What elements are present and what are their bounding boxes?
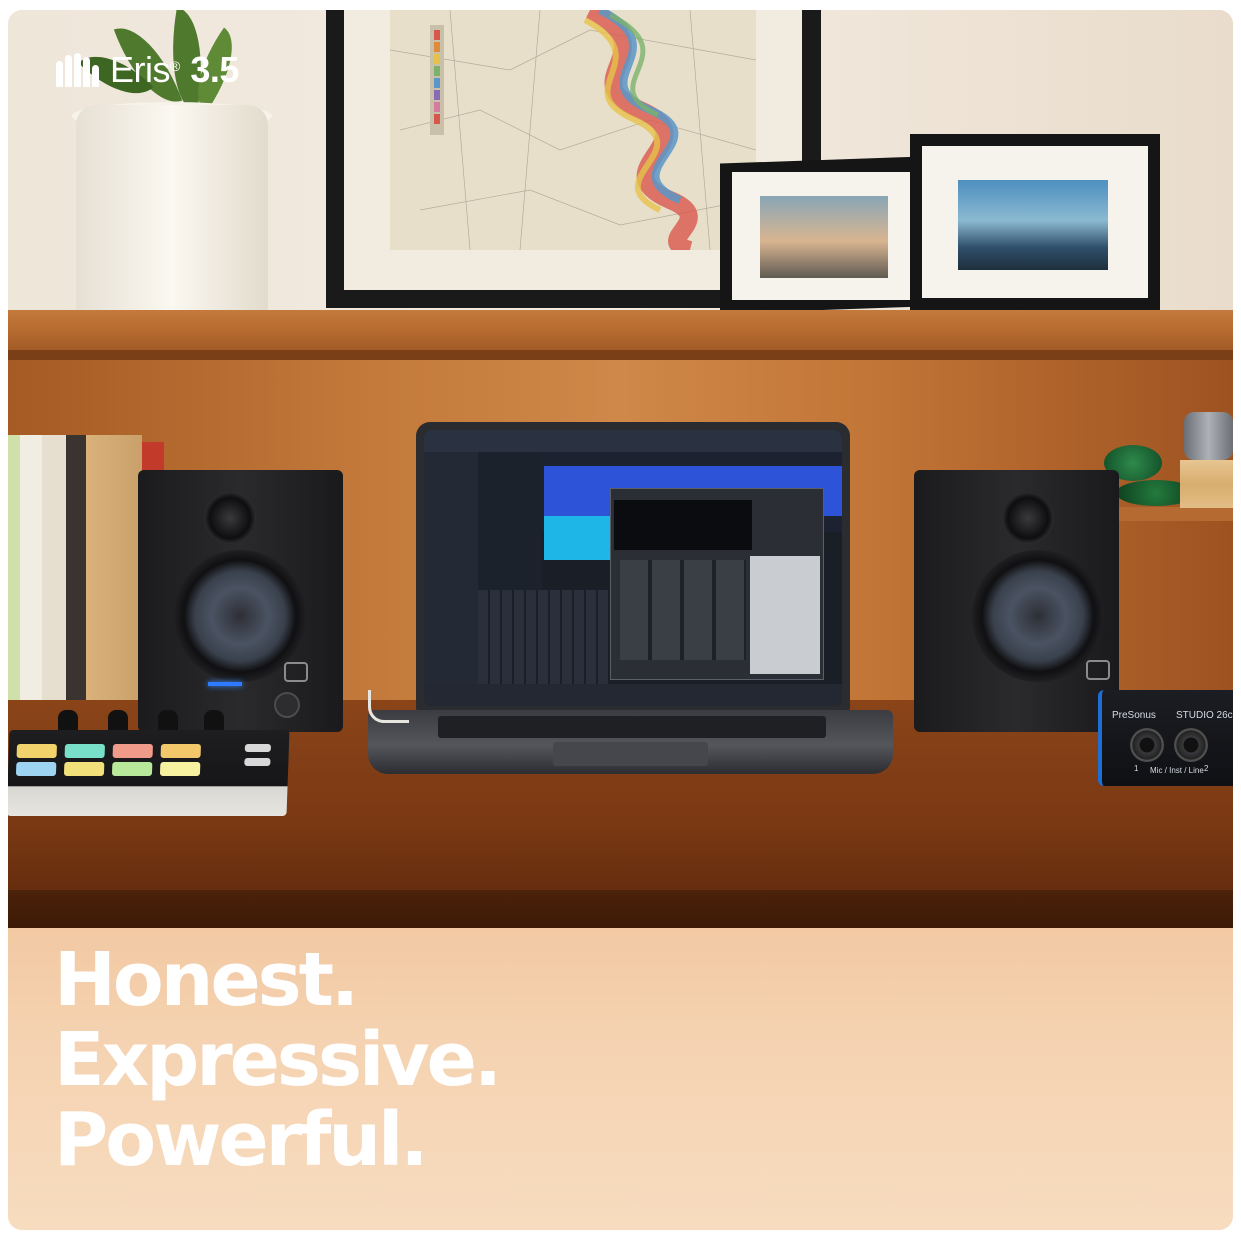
tagline-line-3: Powerful. (54, 1097, 428, 1183)
drum-pad (16, 744, 58, 758)
woofer (972, 550, 1104, 682)
drum-pad (64, 744, 106, 758)
left-speaker (138, 470, 343, 732)
tagline: Honest. Expressive. Powerful. (54, 937, 502, 1183)
plugin-display (614, 500, 752, 550)
daw-mixer (478, 590, 610, 684)
drum-pad (112, 744, 154, 758)
book (20, 435, 42, 725)
tweeter (1002, 492, 1054, 544)
drum-pad (63, 762, 105, 776)
xlr-input-2 (1174, 728, 1208, 762)
product-name: Eris (110, 49, 171, 90)
plugin-knob-panel (750, 556, 820, 674)
power-led (208, 682, 242, 686)
drum-pad (160, 744, 202, 758)
registered-mark: ® (170, 58, 181, 74)
book (86, 435, 142, 725)
tagline-line-1: Honest. (54, 937, 359, 1023)
pad-controller (8, 730, 290, 816)
channel-1-label: 1 (1134, 764, 1139, 773)
daw-toolbar (424, 430, 842, 452)
mountain-photo (958, 180, 1108, 270)
daw-browser-panel (424, 452, 478, 684)
plant-pot (76, 105, 268, 315)
book (66, 435, 86, 725)
eris-logo: Eris ® 3.5 (56, 49, 239, 90)
laptop-trackpad (553, 742, 708, 766)
book (8, 435, 20, 725)
speaker-microphone (1184, 412, 1233, 460)
river-map-art (390, 10, 756, 250)
book (42, 435, 66, 725)
usb-cable (368, 690, 409, 723)
model-number: 3.5 (190, 49, 239, 90)
power-knob (274, 692, 300, 718)
presonus-badge-icon (284, 662, 308, 682)
small-side-shelf (1108, 507, 1233, 521)
road-photo (760, 196, 888, 278)
drum-pad (111, 762, 153, 776)
drum-pad (15, 762, 57, 776)
tagline-line-2: Expressive. (54, 1017, 502, 1103)
channel-2-label: 2 (1204, 764, 1209, 773)
desk-edge (8, 890, 1233, 930)
drum-pad (159, 762, 201, 776)
interface-model: STUDIO 26c (1176, 710, 1233, 721)
small-book-stack (1180, 460, 1233, 508)
right-speaker (914, 470, 1119, 732)
laptop-screen (424, 430, 842, 706)
control-button (244, 744, 272, 752)
audio-clip-cyan (544, 516, 614, 560)
presonus-badge-icon (1086, 660, 1110, 680)
presonus-logo-icon (56, 53, 99, 87)
laptop-keyboard (438, 716, 826, 738)
xlr-input-1 (1130, 728, 1164, 762)
input-label: Mic / Inst / Line (1150, 766, 1204, 775)
audio-interface: PreSonus STUDIO 26c 1 Mic / Inst / Line … (1098, 690, 1233, 786)
tweeter (204, 492, 256, 544)
drum-pad-grid (620, 560, 746, 660)
control-button (244, 758, 271, 766)
daw-transport-bar (424, 684, 842, 706)
interface-brand: PreSonus (1112, 710, 1156, 721)
